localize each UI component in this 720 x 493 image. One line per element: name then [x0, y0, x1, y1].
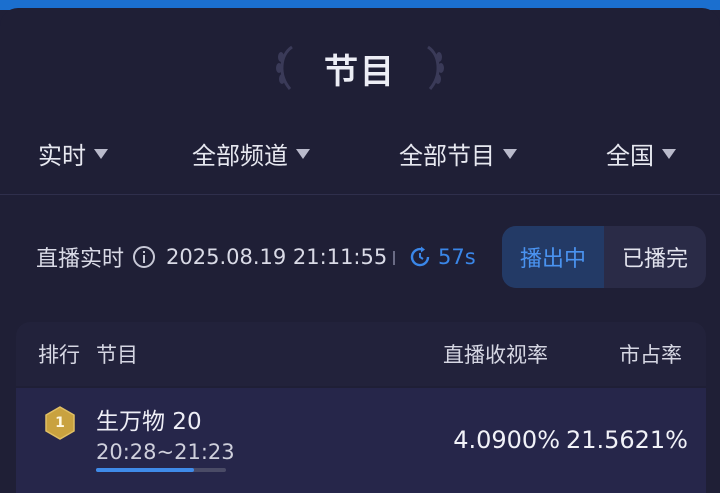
tab-finished[interactable]: 已播完 — [604, 226, 706, 288]
caret-down-icon — [94, 149, 108, 159]
program-name: 生万物 20 — [96, 409, 202, 435]
share-value: 21.5621% — [565, 426, 688, 454]
filter-label: 全国 — [606, 141, 654, 170]
page-header: 节目 — [0, 38, 720, 98]
program-time: 20:28~21:23 — [96, 440, 235, 464]
program-progress-fill — [96, 468, 194, 472]
filter-label: 全部频道 — [192, 141, 288, 170]
filter-bar: 实时 全部频道 全部节目 全国 — [0, 122, 720, 184]
refresh-countdown: 57s — [438, 245, 476, 269]
ratings-table: 排行 节目 直播收视率 市占率 1 生万物 20 20:28~21:23 4.0… — [16, 322, 706, 493]
refresh-timer-icon[interactable] — [408, 245, 432, 269]
filter-region-dropdown[interactable]: 全国 — [606, 122, 676, 184]
timestamp: 2025.08.19 21:11:55 — [166, 245, 388, 269]
header-rating: 直播收视率 — [443, 343, 548, 367]
header-share: 市占率 — [619, 343, 682, 367]
header-program: 节目 — [96, 343, 138, 367]
separator — [393, 251, 395, 265]
filter-label: 全部节目 — [399, 141, 495, 170]
table-header: 排行 节目 直播收视率 市占率 — [16, 322, 706, 386]
filter-channel-dropdown[interactable]: 全部频道 — [192, 122, 310, 184]
broadcast-status-toggle: 播出中 已播完 — [502, 226, 706, 288]
header-rank: 排行 — [38, 343, 80, 367]
rating-value: 4.0900% — [453, 426, 560, 454]
filter-program-dropdown[interactable]: 全部节目 — [399, 122, 517, 184]
info-icon[interactable] — [132, 245, 156, 269]
tab-airing[interactable]: 播出中 — [502, 226, 604, 288]
table-row[interactable]: 1 生万物 20 20:28~21:23 4.0900% 21.5621% — [16, 388, 706, 493]
page-title: 节目 — [324, 51, 396, 92]
filter-time-dropdown[interactable]: 实时 — [38, 122, 108, 184]
program-progress-bar — [96, 468, 226, 472]
filter-label: 实时 — [38, 141, 86, 170]
live-label: 直播实时 — [36, 247, 125, 272]
rank-badge: 1 — [44, 406, 76, 440]
rank-number: 1 — [55, 415, 65, 431]
laurel-right-icon — [427, 45, 444, 90]
laurel-left-icon — [276, 45, 293, 90]
caret-down-icon — [662, 149, 676, 159]
caret-down-icon — [296, 149, 310, 159]
caret-down-icon — [503, 149, 517, 159]
divider — [0, 194, 720, 195]
